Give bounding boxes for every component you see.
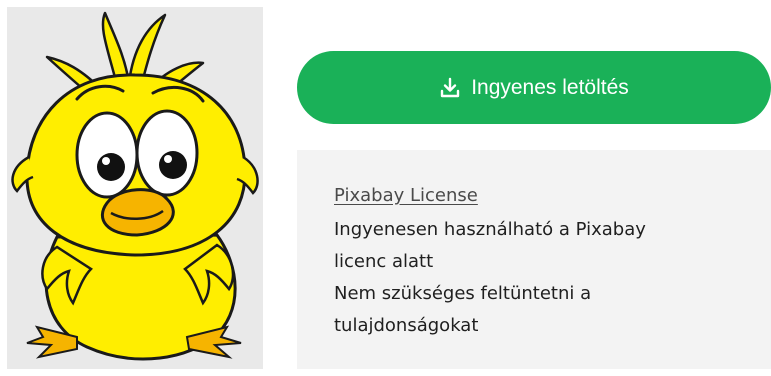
license-text-line: tulajdonságokat bbox=[334, 315, 479, 336]
free-download-button[interactable]: Ingyenes letöltés bbox=[297, 51, 771, 124]
chick-illustration bbox=[11, 11, 259, 361]
pixabay-license-link[interactable]: Pixabay License bbox=[334, 180, 478, 212]
chick-image[interactable] bbox=[7, 7, 263, 369]
right-pupil bbox=[159, 151, 187, 179]
license-text-line: Nem szükséges feltüntetni a bbox=[334, 283, 592, 304]
download-icon bbox=[439, 77, 461, 99]
license-text-line: Ingyenesen használható a Pixabay bbox=[334, 219, 646, 240]
download-button-label: Ingyenes letöltés bbox=[471, 75, 629, 99]
license-panel: Pixabay License Ingyenesen használható a… bbox=[297, 150, 771, 369]
license-text-line: licenc alatt bbox=[334, 251, 434, 272]
left-pupil bbox=[97, 153, 125, 181]
